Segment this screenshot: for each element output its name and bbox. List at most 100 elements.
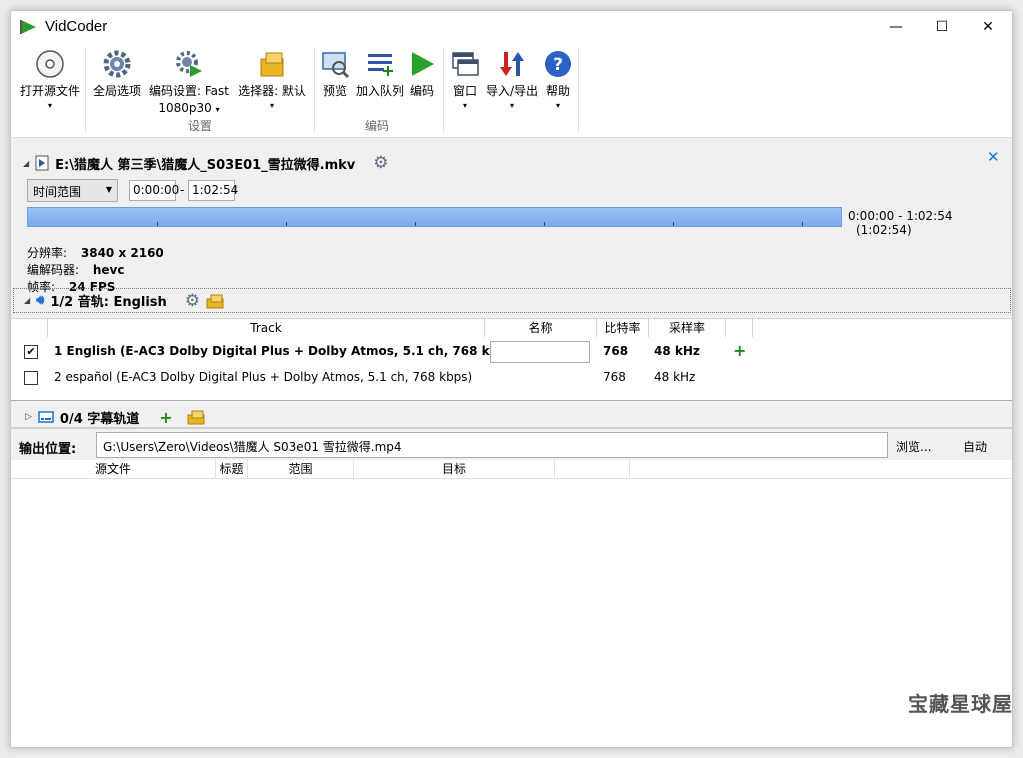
encode-button[interactable]: 编码 bbox=[407, 49, 437, 100]
vidcoder-logo-icon bbox=[20, 20, 36, 34]
column-header-check bbox=[11, 319, 48, 337]
app-title: VidCoder bbox=[45, 18, 108, 35]
resolution-label: 分辨率: bbox=[27, 246, 68, 260]
encode-settings-button[interactable]: 编码设置: Fast 1080p30 ▾ bbox=[145, 49, 233, 118]
gear-icon bbox=[103, 50, 131, 78]
collapse-triangle-icon[interactable]: ◢ bbox=[23, 159, 29, 168]
close-button[interactable]: ✕ bbox=[965, 11, 1011, 43]
range-type-select[interactable]: 时间范围 ▼ bbox=[27, 179, 118, 202]
source-header: ◢ E:\猎魔人 第三季\猎魔人_S03E01_雪拉微得.mkv ⚙ bbox=[23, 153, 389, 173]
preview-label: 预览 bbox=[322, 84, 347, 98]
range-dash: - bbox=[180, 183, 185, 197]
add-queue-label: 加入队列 bbox=[355, 84, 404, 98]
range-summary-text: 0:00:00 - 1:02:54 bbox=[848, 209, 953, 223]
timeline-tick bbox=[415, 222, 416, 226]
chevron-down-icon: ▾ bbox=[215, 105, 220, 114]
audio-settings-gear-icon[interactable]: ⚙ bbox=[185, 291, 200, 311]
queue-header: 源文件 标题 范围 目标 bbox=[11, 460, 1012, 479]
output-path-input[interactable]: G:\Users\Zero\Videos\猎魔人 S03e01 雪拉微得.mp4 bbox=[96, 432, 888, 458]
audio-header-label: 1/2 音轨: English bbox=[50, 295, 167, 310]
column-header-samplerate[interactable]: 采样率 bbox=[649, 319, 726, 337]
output-label: 输出位置: bbox=[19, 442, 77, 457]
track-bitrate: 768 bbox=[603, 370, 626, 384]
picker-label: 选择器: 默认 bbox=[238, 84, 306, 98]
chevron-down-icon: ▾ bbox=[462, 101, 467, 110]
windows-icon bbox=[452, 52, 479, 76]
column-header-actions bbox=[726, 319, 753, 337]
audio-section-header[interactable]: ◢ 🔊︎ 1/2 音轨: English ⚙ bbox=[13, 288, 1011, 313]
output-bar: 输出位置: G:\Users\Zero\Videos\猎魔人 S03e01 雪拉… bbox=[11, 427, 1012, 460]
global-options-button[interactable]: 全局选项 bbox=[89, 49, 145, 100]
maximize-button[interactable]: ☐ bbox=[919, 11, 965, 43]
audio-folder-icon[interactable] bbox=[206, 293, 224, 309]
minimize-button[interactable]: — bbox=[873, 11, 919, 43]
chevron-down-icon: ▾ bbox=[555, 101, 560, 110]
range-start-input[interactable]: 0:00:00 bbox=[129, 180, 179, 201]
speaker-icon: 🔊︎ bbox=[36, 293, 45, 308]
queue-column-extra bbox=[555, 460, 630, 479]
auto-button[interactable]: 自动 bbox=[963, 438, 987, 455]
range-end-input[interactable]: 1:02:54 bbox=[188, 180, 238, 201]
close-source-icon[interactable]: ✕ bbox=[987, 148, 1000, 166]
add-queue-icon bbox=[368, 54, 393, 76]
ribbon-separator bbox=[443, 47, 444, 133]
track-checkbox[interactable]: ✔ bbox=[24, 345, 38, 359]
gear-play-icon bbox=[176, 51, 202, 77]
queue-column-target[interactable]: 目标 bbox=[354, 460, 555, 479]
help-icon: ? bbox=[545, 51, 571, 77]
track-samplerate: 48 kHz bbox=[654, 370, 696, 384]
add-track-icon[interactable]: + bbox=[733, 341, 746, 360]
timeline-bar[interactable] bbox=[27, 207, 842, 227]
import-export-button[interactable]: 导入/导出 ▾ bbox=[483, 49, 541, 112]
play-icon bbox=[412, 52, 434, 76]
column-header-track[interactable]: Track bbox=[48, 319, 485, 337]
app-window: VidCoder — ☐ ✕ 打开源文件 ▾ 全局选项 编码设置: Fast 1… bbox=[10, 10, 1013, 748]
subtitle-folder-icon[interactable] bbox=[187, 409, 205, 425]
track-label: 2 español (E-AC3 Dolby Digital Plus + Do… bbox=[54, 370, 473, 384]
timeline-tick bbox=[673, 222, 674, 226]
queue-column-title[interactable]: 标题 bbox=[216, 460, 248, 479]
window-button[interactable]: 窗口 ▾ bbox=[447, 49, 483, 112]
table-row[interactable]: ✔ 1 English (E-AC3 Dolby Digital Plus + … bbox=[11, 339, 1012, 365]
ribbon-separator bbox=[85, 47, 86, 133]
global-options-label: 全局选项 bbox=[92, 84, 141, 98]
queue-list bbox=[11, 480, 1012, 747]
queue-column-source[interactable]: 源文件 bbox=[11, 460, 216, 479]
add-subtitle-icon[interactable]: + bbox=[159, 408, 172, 427]
track-name-input[interactable] bbox=[490, 341, 590, 363]
chevron-down-icon: ▾ bbox=[47, 101, 52, 110]
track-label: 1 English (E-AC3 Dolby Digital Plus + Do… bbox=[54, 344, 520, 358]
expand-triangle-icon[interactable]: ▷ bbox=[25, 412, 32, 422]
collapse-triangle-icon[interactable]: ◢ bbox=[24, 296, 30, 305]
help-label: 帮助 bbox=[545, 84, 570, 98]
encode-label: 编码 bbox=[409, 84, 434, 98]
video-file-icon bbox=[35, 155, 49, 171]
open-source-label: 打开源文件 bbox=[19, 84, 80, 98]
import-export-label: 导入/导出 bbox=[485, 84, 539, 98]
encode-settings-label: 编码设置: Fast bbox=[149, 84, 229, 98]
folder-icon bbox=[260, 52, 284, 77]
help-button[interactable]: ? 帮助 ▾ bbox=[541, 49, 575, 112]
open-source-button[interactable]: 打开源文件 ▾ bbox=[15, 49, 85, 112]
subtitle-header-label: 0/4 字幕轨道 bbox=[59, 411, 140, 427]
chevron-down-icon: ▾ bbox=[509, 101, 514, 110]
picker-button[interactable]: 选择器: 默认 ▾ bbox=[233, 49, 311, 112]
chevron-down-icon: ▾ bbox=[269, 101, 274, 110]
resolution-value: 3840 x 2160 bbox=[80, 246, 164, 260]
column-header-bitrate[interactable]: 比特率 bbox=[597, 319, 649, 337]
column-header-name[interactable]: 名称 bbox=[485, 319, 597, 337]
subtitle-icon bbox=[38, 411, 54, 423]
source-path: E:\猎魔人 第三季\猎魔人_S03E01_雪拉微得.mkv bbox=[55, 157, 356, 173]
import-export-icon bbox=[500, 52, 524, 76]
preview-button[interactable]: 预览 bbox=[317, 49, 353, 100]
add-queue-button[interactable]: 加入队列 bbox=[353, 49, 407, 100]
timeline-tick bbox=[286, 222, 287, 226]
track-checkbox[interactable] bbox=[24, 371, 38, 385]
encode-settings-preset: 1080p30 bbox=[158, 101, 212, 115]
queue-column-range[interactable]: 范围 bbox=[248, 460, 354, 479]
source-settings-gear-icon[interactable]: ⚙ bbox=[373, 153, 388, 173]
preview-icon bbox=[322, 52, 350, 79]
codec-info: 编解码器: hevc bbox=[27, 261, 125, 278]
browse-button[interactable]: 浏览... bbox=[896, 438, 931, 455]
table-row[interactable]: 2 español (E-AC3 Dolby Digital Plus + Do… bbox=[11, 365, 1012, 391]
